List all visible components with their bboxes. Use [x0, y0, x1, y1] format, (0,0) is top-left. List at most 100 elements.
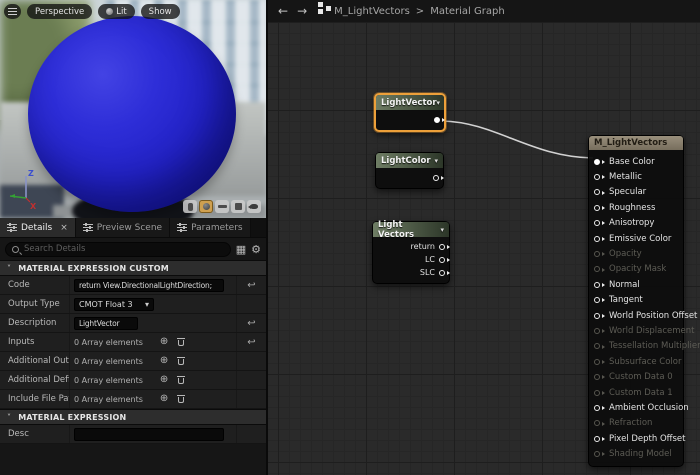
- input-pin[interactable]: [594, 220, 605, 227]
- display-filter-icon[interactable]: ▦: [236, 244, 246, 255]
- output-pin[interactable]: [439, 256, 450, 263]
- trash-icon[interactable]: [177, 338, 186, 347]
- add-element-icon[interactable]: ⊕: [160, 337, 168, 347]
- node-lightvector-header[interactable]: LightVector ▾: [376, 95, 444, 110]
- input-pin[interactable]: [594, 297, 605, 304]
- reset-icon[interactable]: ↩: [236, 333, 266, 351]
- input-pin[interactable]: [594, 204, 605, 211]
- input-label: Emissive Color: [609, 233, 672, 244]
- mesh-plane-button[interactable]: [215, 200, 229, 213]
- material-input-row: Opacity: [594, 246, 683, 261]
- chevron-down-icon[interactable]: ▾: [434, 157, 438, 165]
- perspective-label: Perspective: [35, 6, 85, 17]
- input-pin: [594, 343, 605, 350]
- output-pin[interactable]: [433, 174, 444, 181]
- breadcrumb-root[interactable]: M_LightVectors: [334, 6, 410, 17]
- viewport-menu-icon[interactable]: [4, 4, 21, 19]
- input-pin: [594, 451, 605, 458]
- output-label: return: [410, 242, 435, 251]
- add-element-icon[interactable]: ⊕: [160, 394, 168, 404]
- input-label: World Displacement: [609, 325, 695, 336]
- output-pin[interactable]: [439, 269, 450, 276]
- material-input-row: Refraction: [594, 416, 683, 431]
- reset-icon[interactable]: ↩: [236, 276, 266, 294]
- perspective-button[interactable]: Perspective: [27, 4, 93, 19]
- input-pin[interactable]: [594, 235, 605, 242]
- material-graph-canvas[interactable]: ← → M_LightVectors > Material Graph Ligh…: [266, 0, 700, 475]
- trash-icon[interactable]: [177, 376, 186, 385]
- tab-preview-scene-label: Preview Scene: [96, 222, 163, 233]
- search-icon: [12, 245, 19, 253]
- section-material-expression-custom[interactable]: ˅ MATERIAL EXPRESSION CUSTOM: [0, 260, 266, 276]
- tab-preview-scene[interactable]: Preview Scene: [75, 218, 171, 237]
- input-label: Refraction: [609, 418, 653, 429]
- add-element-icon[interactable]: ⊕: [160, 375, 168, 385]
- input-label: Specular: [609, 187, 647, 198]
- tab-parameters[interactable]: Parameters: [170, 218, 251, 237]
- input-pin[interactable]: [594, 189, 605, 196]
- viewport-toolbar: Perspective Lit Show: [4, 4, 180, 19]
- property-row-include-file-paths: Include File Paths 0 Array elements ⊕: [0, 390, 266, 409]
- sliders-icon: [177, 223, 188, 232]
- node-lightcolor[interactable]: LightColor ▾: [375, 152, 444, 189]
- trash-icon[interactable]: [177, 357, 186, 366]
- search-input[interactable]: Search Details: [5, 241, 231, 257]
- input-pin: [594, 358, 605, 365]
- input-label: Opacity: [609, 249, 642, 260]
- node-light-vectors-header[interactable]: Light Vectors ▾: [373, 220, 449, 240]
- description-field[interactable]: LightVector: [74, 316, 138, 330]
- lit-mode-button[interactable]: Lit: [98, 4, 135, 19]
- forward-arrow-icon[interactable]: →: [297, 5, 307, 17]
- material-input-row: Opacity Mask: [594, 262, 683, 277]
- node-m-lightvectors-result[interactable]: M_LightVectors Base Color Metallic Specu…: [588, 135, 700, 467]
- material-input-row: Pixel Depth Offset: [594, 431, 686, 446]
- add-element-icon[interactable]: ⊕: [160, 356, 168, 366]
- back-arrow-icon[interactable]: ←: [278, 5, 288, 17]
- input-pin[interactable]: [594, 281, 605, 288]
- input-pin: [594, 374, 605, 381]
- chevron-down-icon[interactable]: ▾: [440, 226, 444, 234]
- node-lightcolor-header[interactable]: LightColor ▾: [376, 153, 443, 168]
- tab-details[interactable]: Details ×: [0, 218, 76, 237]
- material-input-row: Subsurface Color: [594, 354, 683, 369]
- svg-text:X: X: [30, 202, 37, 210]
- mesh-teapot-button[interactable]: [247, 200, 261, 213]
- property-row-additional-defines: Additional Defines 0 Array elements ⊕: [0, 371, 266, 390]
- material-input-row: Normal: [594, 277, 683, 292]
- input-pin[interactable]: [594, 158, 605, 165]
- reset-icon[interactable]: ↩: [236, 314, 266, 332]
- close-icon[interactable]: ×: [60, 223, 68, 233]
- mesh-cylinder-button[interactable]: [183, 200, 197, 213]
- result-node-header[interactable]: M_LightVectors: [589, 136, 683, 150]
- node-title: M_LightVectors: [594, 138, 668, 148]
- tab-parameters-label: Parameters: [191, 222, 243, 233]
- input-pin[interactable]: [594, 435, 605, 442]
- input-pin: [594, 251, 605, 258]
- section-material-expression[interactable]: ˅ MATERIAL EXPRESSION: [0, 409, 266, 425]
- input-pin[interactable]: [594, 404, 605, 411]
- chevron-down-icon[interactable]: ▾: [437, 99, 441, 107]
- code-field[interactable]: return View.DirectionalLightDirection;: [74, 278, 224, 292]
- input-pin[interactable]: [594, 312, 605, 319]
- include-file-paths-label: Include File Paths: [0, 390, 70, 408]
- trash-icon[interactable]: [177, 395, 186, 404]
- node-light-vectors[interactable]: Light Vectors ▾ return LC SLC: [372, 220, 450, 284]
- input-pin: [594, 389, 605, 396]
- preview-viewport[interactable]: Perspective Lit Show Z X: [0, 0, 266, 218]
- input-pin[interactable]: [594, 174, 605, 181]
- inputs-value: 0 Array elements: [74, 337, 143, 347]
- mesh-sphere-button[interactable]: [199, 200, 213, 213]
- input-pin: [594, 266, 605, 273]
- input-label: Roughness: [609, 202, 656, 213]
- additional-outputs-value: 0 Array elements: [74, 356, 143, 366]
- output-pin[interactable]: [439, 243, 450, 250]
- input-label: Metallic: [609, 172, 642, 183]
- output-pin[interactable]: [434, 116, 445, 123]
- output-type-dropdown[interactable]: CMOT Float 3 ▾: [74, 297, 154, 311]
- input-label: Opacity Mask: [609, 264, 667, 275]
- desc-field[interactable]: [74, 427, 224, 441]
- node-lightvector[interactable]: LightVector ▾: [374, 93, 446, 132]
- mesh-cube-button[interactable]: [231, 200, 245, 213]
- show-button[interactable]: Show: [140, 4, 180, 19]
- settings-gear-icon[interactable]: ⚙: [251, 244, 261, 255]
